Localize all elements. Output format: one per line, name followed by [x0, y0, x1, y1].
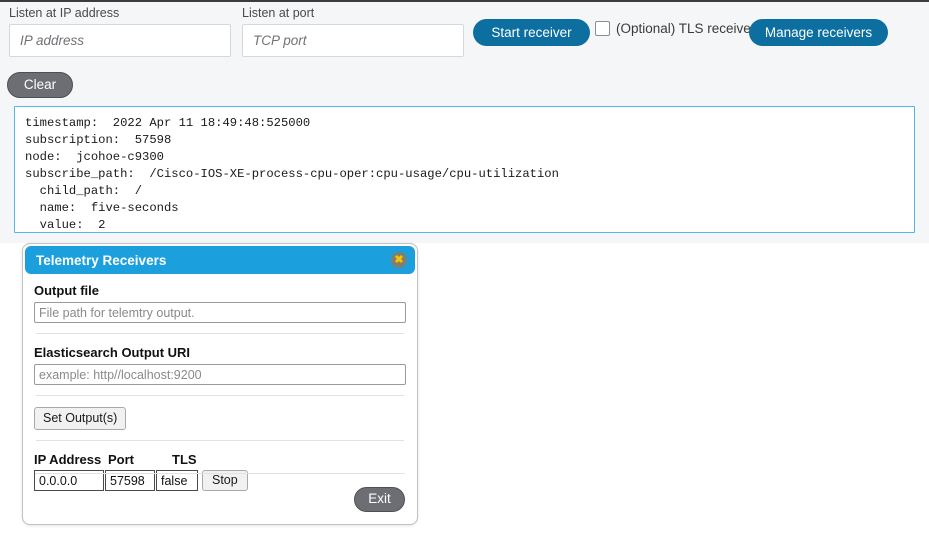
tls-receiver-label: (Optional) TLS receiver — [616, 21, 756, 36]
telemetry-log-text: timestamp: 2022 Apr 11 18:49:48:525000 s… — [25, 116, 559, 232]
telemetry-receivers-dialog: Telemetry Receivers ✖ Output file Elasti… — [22, 243, 418, 525]
listen-port-label: Listen at port — [242, 6, 315, 20]
tls-receiver-checkbox-group: (Optional) TLS receiver — [595, 21, 755, 36]
receivers-table-header: IP Address Port TLS — [34, 452, 406, 467]
output-file-input[interactable] — [34, 302, 406, 323]
listen-ip-label: Listen at IP address — [9, 6, 120, 20]
listen-ip-field-group: Listen at IP address — [9, 6, 231, 57]
listen-port-input[interactable] — [242, 24, 464, 57]
exit-button[interactable]: Exit — [354, 486, 405, 512]
manage-receivers-button[interactable]: Manage receivers — [749, 19, 888, 46]
elasticsearch-uri-label: Elasticsearch Output URI — [34, 345, 191, 360]
listen-ip-input[interactable] — [9, 24, 231, 57]
output-file-label: Output file — [34, 283, 99, 298]
tls-receiver-checkbox[interactable] — [595, 21, 610, 36]
telemetry-log-output[interactable]: timestamp: 2022 Apr 11 18:49:48:525000 s… — [14, 106, 915, 233]
column-header-port: Port — [108, 452, 134, 467]
divider-1 — [36, 333, 404, 334]
set-outputs-button[interactable]: Set Output(s) — [34, 407, 127, 430]
dialog-title: Telemetry Receivers — [36, 252, 167, 268]
listen-port-field-group: Listen at port — [242, 6, 464, 57]
start-receiver-button[interactable]: Start receiver — [473, 19, 590, 46]
elasticsearch-uri-input[interactable] — [34, 364, 406, 385]
receiver-control-panel: Listen at IP address Listen at port Star… — [0, 0, 929, 243]
dialog-body: Output file Elasticsearch Output URI Set… — [23, 274, 417, 491]
dialog-footer: Exit — [35, 473, 405, 524]
column-header-tls: TLS — [172, 452, 197, 467]
close-icon[interactable]: ✖ — [391, 252, 407, 268]
divider-2 — [36, 395, 404, 396]
column-header-ip-address: IP Address — [34, 452, 102, 467]
clear-button[interactable]: Clear — [7, 72, 73, 98]
divider-3 — [36, 440, 404, 441]
dialog-header: Telemetry Receivers ✖ — [25, 246, 415, 274]
